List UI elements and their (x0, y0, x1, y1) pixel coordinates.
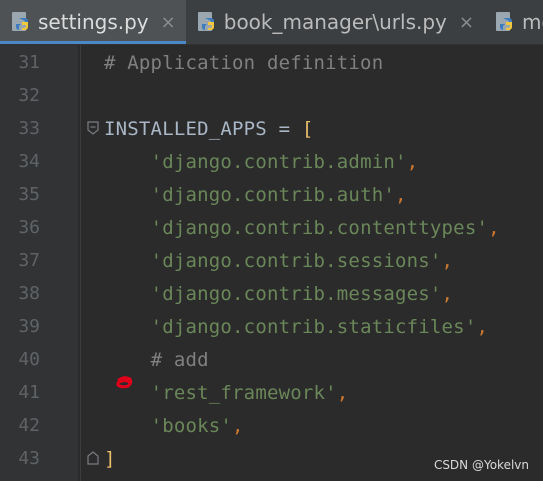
line-number: 36 (18, 217, 40, 238)
code-string: 'django.contrib.auth' (150, 183, 395, 206)
tab-book-manager-urls[interactable]: book_manager\urls.py × (186, 0, 484, 44)
red-scribble-mark (116, 376, 133, 389)
code-identifier: INSTALLED_APPS (104, 117, 267, 140)
code-bracket: ] (104, 447, 116, 470)
line-number: 41 (18, 382, 40, 403)
tab-label: settings.py (38, 10, 149, 34)
line-number: 33 (18, 118, 40, 139)
code-string: 'rest_framework' (150, 381, 337, 404)
code-line: 39 'django.contrib.staticfiles', (0, 310, 543, 343)
fold-end-marker-icon[interactable] (87, 451, 99, 465)
code-punct: , (441, 282, 454, 305)
code-line: 34 'django.contrib.admin', (0, 145, 543, 178)
code-string: 'django.contrib.messages' (150, 282, 442, 305)
code-line: 40 # add (0, 343, 543, 376)
editor-tab-bar: settings.py × book_manager\urls.py × mod… (0, 0, 543, 45)
code-line: 36 'django.contrib.contenttypes', (0, 211, 543, 244)
tab-label: models. (522, 10, 543, 34)
code-line: 32 (0, 79, 543, 112)
line-number: 42 (18, 415, 40, 436)
line-number: 37 (18, 250, 40, 271)
line-number: 43 (18, 448, 40, 469)
code-comment: # add (150, 348, 209, 371)
python-file-icon (494, 11, 516, 33)
fold-marker-icon[interactable] (87, 121, 99, 135)
tab-label: book_manager\urls.py (223, 10, 447, 34)
code-bracket: [ (301, 117, 314, 140)
code-string: 'django.contrib.staticfiles' (150, 315, 477, 338)
line-number: 32 (18, 85, 40, 106)
line-number: 38 (18, 283, 40, 304)
code-editor[interactable]: 31 # Application definition 32 33 INSTAL… (0, 45, 543, 481)
code-punct: , (394, 183, 407, 206)
line-number: 40 (18, 349, 40, 370)
code-string: 'books' (150, 414, 233, 437)
code-line: 41 'rest_framework', (0, 376, 543, 409)
code-string: 'django.contrib.admin' (150, 150, 407, 173)
code-line: 38 'django.contrib.messages', (0, 277, 543, 310)
line-number: 39 (18, 316, 40, 337)
code-punct: , (406, 150, 419, 173)
code-line: 33 INSTALLED_APPS = [ (0, 112, 543, 145)
code-line: 42 'books', (0, 409, 543, 442)
tab-settings[interactable]: settings.py × (0, 0, 186, 44)
code-string: 'django.contrib.sessions' (150, 249, 442, 272)
code-punct: , (476, 315, 489, 338)
code-punct: , (441, 249, 454, 272)
code-comment: # Application definition (104, 51, 384, 74)
close-icon[interactable]: × (459, 12, 474, 33)
close-icon[interactable]: × (161, 12, 176, 33)
line-number: 34 (18, 151, 40, 172)
code-string: 'django.contrib.contenttypes' (150, 216, 489, 239)
code-operator: = (266, 117, 302, 140)
code-line: 37 'django.contrib.sessions', (0, 244, 543, 277)
line-number: 35 (18, 184, 40, 205)
code-punct: , (336, 381, 349, 404)
code-line: 31 # Application definition (0, 46, 543, 79)
watermark: CSDN @Yokelvn (433, 458, 529, 472)
tab-models[interactable]: models. (484, 0, 543, 44)
code-punct: , (232, 414, 244, 437)
line-number: 31 (18, 52, 40, 73)
code-line: 35 'django.contrib.auth', (0, 178, 543, 211)
python-file-icon (196, 11, 218, 33)
python-file-icon (10, 11, 32, 33)
code-punct: , (488, 216, 500, 239)
